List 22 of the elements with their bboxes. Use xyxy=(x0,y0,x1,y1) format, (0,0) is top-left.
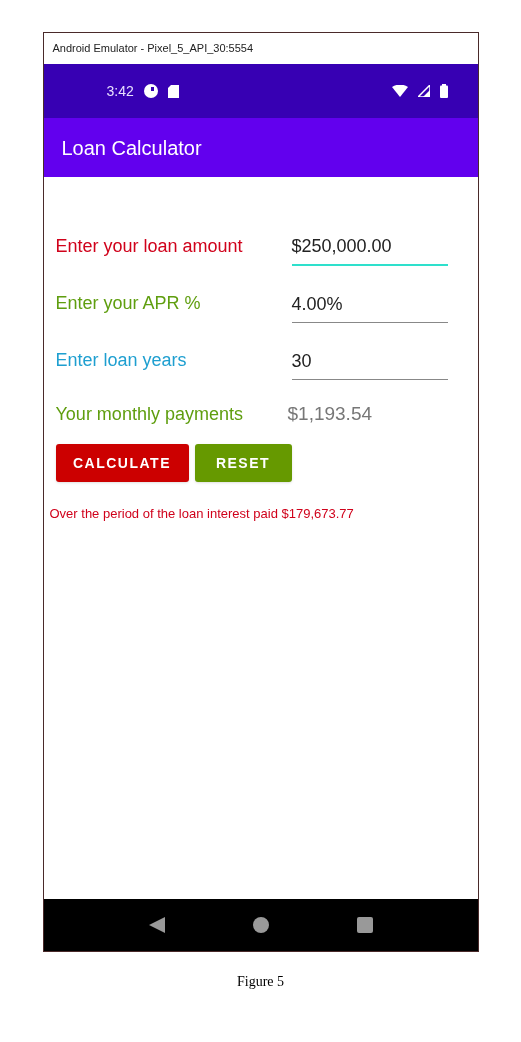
input-field[interactable]: $250,000.00 xyxy=(291,233,448,266)
field-label: Enter your APR % xyxy=(55,292,202,315)
signal-icon xyxy=(417,85,430,97)
app-title: Loan Calculator xyxy=(61,135,202,161)
input-field[interactable]: 4.00% xyxy=(291,291,448,323)
result-label: Your monthly payments xyxy=(55,403,244,426)
window-title: Android Emulator - Pixel_5_API_30:5554 xyxy=(52,41,254,57)
figure-caption: Figure 5 xyxy=(236,973,285,991)
interest-message: Over the period of the loan interest paid $179,673.77 xyxy=(49,505,355,523)
calculate-button[interactable]: CALCULATE xyxy=(55,444,189,482)
input-field[interactable]: 30 xyxy=(291,348,448,380)
field-label: Enter loan years xyxy=(55,349,188,372)
home-icon[interactable] xyxy=(252,917,269,933)
recents-icon[interactable] xyxy=(356,917,373,933)
field-label: Enter your loan amount xyxy=(55,235,244,258)
battery-icon xyxy=(439,84,448,98)
wifi-icon xyxy=(391,85,408,97)
back-icon[interactable] xyxy=(148,917,165,933)
sd-card-icon xyxy=(167,84,179,98)
circle-icon xyxy=(143,84,158,98)
status-time: 3:42 xyxy=(106,81,134,101)
result-value: $1,193.54 xyxy=(287,401,373,426)
